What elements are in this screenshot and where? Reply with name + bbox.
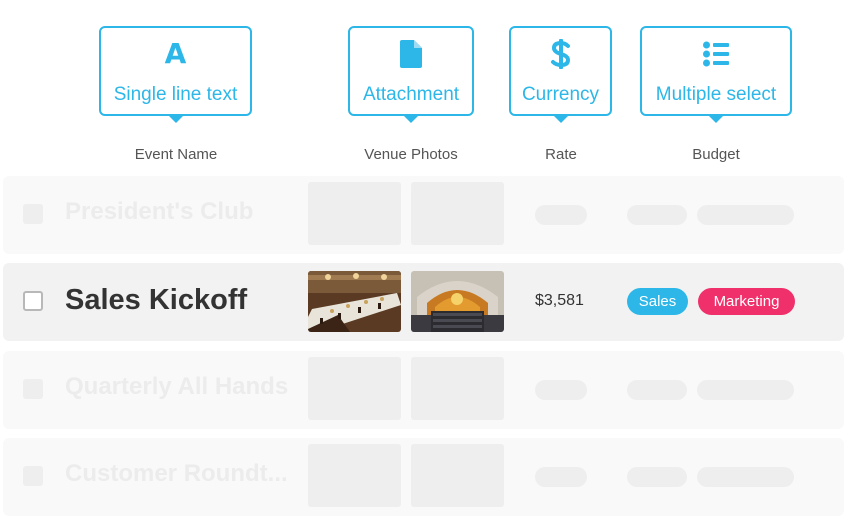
tag-marketing[interactable]: Marketing [698,288,795,315]
tag-sales[interactable]: Sales [627,288,688,315]
field-type-label: Single line text [113,84,238,105]
row-checkbox[interactable] [23,204,43,224]
row-title: President's Club [65,198,254,225]
field-type-single-line-text[interactable]: A Single line text [99,26,252,123]
field-type-label: Multiple select [655,84,777,105]
rate-placeholder [535,205,587,225]
row-checkbox[interactable] [23,379,43,399]
photo-placeholder [308,357,401,420]
row-title: Customer Roundt... [65,460,288,487]
dollar-icon [511,38,610,70]
rate-placeholder [535,380,587,400]
tag-placeholder [697,467,794,487]
tag-placeholder [627,467,687,487]
tag-placeholder [627,380,687,400]
rate-placeholder [535,467,587,487]
column-header-event-name[interactable]: Event Name [116,146,236,163]
text-letter-icon: A [164,37,187,70]
rate-value: $3,581 [535,292,584,309]
venue-photo-banquet-hall[interactable] [308,271,401,332]
field-type-label: Attachment [362,84,460,105]
field-type-label: Currency [521,84,600,105]
photo-placeholder [411,444,504,507]
tag-placeholder [697,380,794,400]
column-header-budget[interactable]: Budget [666,146,766,163]
table-row-active[interactable]: Sales Kickoff $3,581 Sales Marketing [3,263,844,341]
tag-placeholder [627,205,687,225]
table-row[interactable]: Customer Roundt... [3,438,844,516]
field-type-multiple-select[interactable]: Multiple select [640,26,792,123]
row-title: Sales Kickoff [65,284,248,316]
row-checkbox[interactable] [23,291,43,311]
table-row[interactable]: President's Club [3,176,844,254]
file-icon [350,38,472,70]
table-row[interactable]: Quarterly All Hands [3,351,844,429]
column-header-rate[interactable]: Rate [521,146,601,163]
column-header-venue-photos[interactable]: Venue Photos [346,146,476,163]
photo-placeholder [411,357,504,420]
field-type-currency[interactable]: Currency [509,26,612,123]
photo-placeholder [411,182,504,245]
tag-placeholder [697,205,794,225]
list-icon [642,38,790,70]
venue-photo-auditorium[interactable] [411,271,504,332]
field-type-attachment[interactable]: Attachment [348,26,474,123]
photo-placeholder [308,182,401,245]
photo-placeholder [308,444,401,507]
row-checkbox[interactable] [23,466,43,486]
row-title: Quarterly All Hands [65,373,289,400]
